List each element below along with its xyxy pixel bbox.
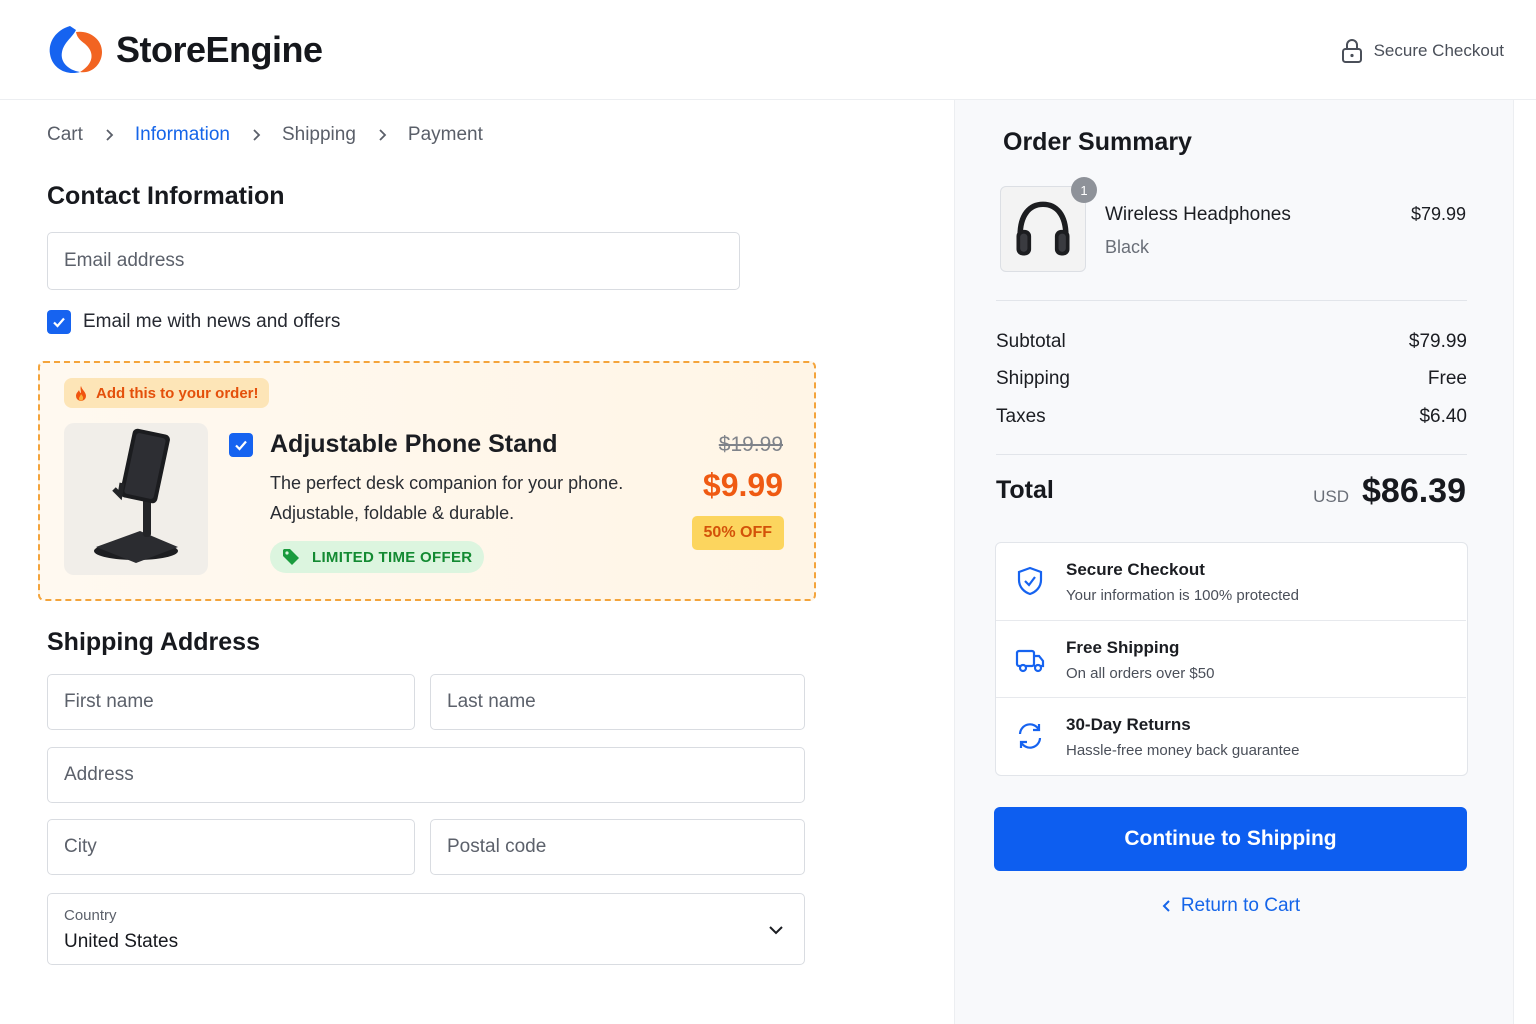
phone-stand-icon xyxy=(94,428,178,563)
trust-subtitle: On all orders over $50 xyxy=(1066,665,1215,682)
shipping-address-title: Shipping Address xyxy=(47,628,260,656)
item-price: $79.99 xyxy=(1410,204,1466,224)
offer-badge: Add this to your order! xyxy=(64,378,269,408)
taxes-row: Taxes $6.40 xyxy=(996,406,1467,428)
checkout-form-column: Cart Information Shipping Payment Contac… xyxy=(0,100,953,1024)
postal-code-placeholder: Postal code xyxy=(447,836,547,857)
item-name: Wireless Headphones xyxy=(1105,204,1291,225)
trust-title: 30-Day Returns xyxy=(1066,715,1191,734)
refresh-icon xyxy=(1018,723,1042,749)
first-name-field[interactable]: First name xyxy=(47,674,415,730)
offer-original-price: $19.99 xyxy=(718,433,783,456)
shield-check-icon xyxy=(1017,566,1043,596)
fire-icon xyxy=(76,385,86,401)
limited-offer-tag: LIMITED TIME OFFER xyxy=(270,541,485,573)
brand-logo[interactable]: StoreEngine xyxy=(46,24,323,76)
limited-offer-label: LIMITED TIME OFFER xyxy=(312,548,473,566)
trust-subtitle: Your information is 100% protected xyxy=(1066,587,1299,604)
breadcrumb: Cart Information Shipping Payment xyxy=(47,124,483,146)
headphones-image xyxy=(1000,186,1086,272)
total-amount: USD $86.39 xyxy=(1313,472,1466,511)
total-label: Total xyxy=(996,476,1054,504)
email-placeholder: Email address xyxy=(64,250,185,271)
first-name-placeholder: First name xyxy=(64,691,154,712)
postal-code-field[interactable]: Postal code xyxy=(430,819,805,875)
breadcrumb-payment[interactable]: Payment xyxy=(408,124,483,146)
trust-badges: Secure Checkout Your information is 100%… xyxy=(995,542,1468,776)
brand-name: StoreEngine xyxy=(116,29,323,70)
city-placeholder: City xyxy=(64,836,97,857)
last-name-field[interactable]: Last name xyxy=(430,674,805,730)
return-to-cart-link[interactable]: Return to Cart xyxy=(994,895,1467,917)
site-header: StoreEngine Secure Checkout xyxy=(0,0,1536,100)
last-name-placeholder: Last name xyxy=(447,691,536,712)
trust-item: Secure Checkout Your information is 100%… xyxy=(996,543,1466,620)
currency-code: USD xyxy=(1313,487,1349,506)
country-value: United States xyxy=(64,931,179,952)
check-icon xyxy=(53,317,65,328)
subtotal-value: $79.99 xyxy=(1408,331,1467,352)
check-icon xyxy=(235,440,247,451)
newsletter-checkbox[interactable] xyxy=(47,310,71,334)
offer-checkbox[interactable] xyxy=(229,433,253,457)
country-select[interactable]: Country United States xyxy=(47,893,805,965)
storeengine-logo-icon xyxy=(49,26,102,74)
order-summary-title: Order Summary xyxy=(1003,128,1192,156)
trust-subtitle: Hassle-free money back guarantee xyxy=(1066,742,1300,759)
taxes-label: Taxes xyxy=(996,406,1046,427)
order-summary-panel: Order Summary 1 Wireless Headphones Blac… xyxy=(954,100,1514,1024)
newsletter-option[interactable]: Email me with news and offers xyxy=(47,310,340,334)
item-quantity-badge: 1 xyxy=(1071,177,1097,203)
tag-icon xyxy=(283,549,299,565)
secure-checkout-label: Secure Checkout xyxy=(1373,41,1504,60)
return-to-cart-label: Return to Cart xyxy=(1180,895,1301,916)
offer-sale-price: $9.99 xyxy=(702,467,783,503)
shipping-label: Shipping xyxy=(996,368,1070,389)
city-field[interactable]: City xyxy=(47,819,415,875)
truck-icon xyxy=(1015,649,1045,673)
email-field[interactable]: Email address xyxy=(47,232,740,290)
breadcrumb-cart[interactable]: Cart xyxy=(47,124,83,146)
country-label: Country xyxy=(64,907,117,924)
contact-information-title: Contact Information xyxy=(47,182,285,210)
summary-divider xyxy=(996,300,1467,301)
offer-description: The perfect desk companion for your phon… xyxy=(270,473,624,523)
upsell-offer-card: Add this to your order! Adjustable Phone… xyxy=(38,361,816,601)
chevron-left-icon xyxy=(1162,900,1170,912)
secure-checkout-indicator: Secure Checkout xyxy=(1341,38,1504,64)
chevron-down-icon xyxy=(769,926,783,935)
trust-item: 30-Day Returns Hassle-free money back gu… xyxy=(996,697,1466,774)
continue-to-shipping-button[interactable]: Continue to Shipping xyxy=(994,807,1467,871)
taxes-value: $6.40 xyxy=(1419,406,1467,427)
breadcrumb-information[interactable]: Information xyxy=(135,124,230,146)
subtotal-label: Subtotal xyxy=(996,331,1066,352)
summary-divider xyxy=(996,454,1467,455)
headphones-icon xyxy=(1016,201,1070,256)
total-value: $86.39 xyxy=(1362,472,1466,510)
address-field[interactable]: Address xyxy=(47,747,805,803)
chevron-right-icon xyxy=(379,129,387,141)
shipping-value: Free xyxy=(1427,368,1467,389)
trust-item: Free Shipping On all orders over $50 xyxy=(996,620,1466,697)
trust-title: Free Shipping xyxy=(1066,638,1180,657)
trust-title: Secure Checkout xyxy=(1066,560,1205,579)
item-variant: Black xyxy=(1105,237,1150,257)
offer-badge-label: Add this to your order! xyxy=(96,384,259,402)
newsletter-label: Email me with news and offers xyxy=(83,311,341,332)
offer-title: Adjustable Phone Stand xyxy=(270,430,558,458)
chevron-right-icon xyxy=(253,129,261,141)
discount-badge: 50% OFF xyxy=(691,516,784,550)
chevron-right-icon xyxy=(106,129,114,141)
shipping-row: Shipping Free xyxy=(996,368,1467,390)
phone-stand-image xyxy=(64,423,208,575)
address-placeholder: Address xyxy=(64,764,134,785)
subtotal-row: Subtotal $79.99 xyxy=(996,331,1467,353)
lock-icon xyxy=(1341,39,1362,63)
breadcrumb-shipping[interactable]: Shipping xyxy=(282,124,356,146)
